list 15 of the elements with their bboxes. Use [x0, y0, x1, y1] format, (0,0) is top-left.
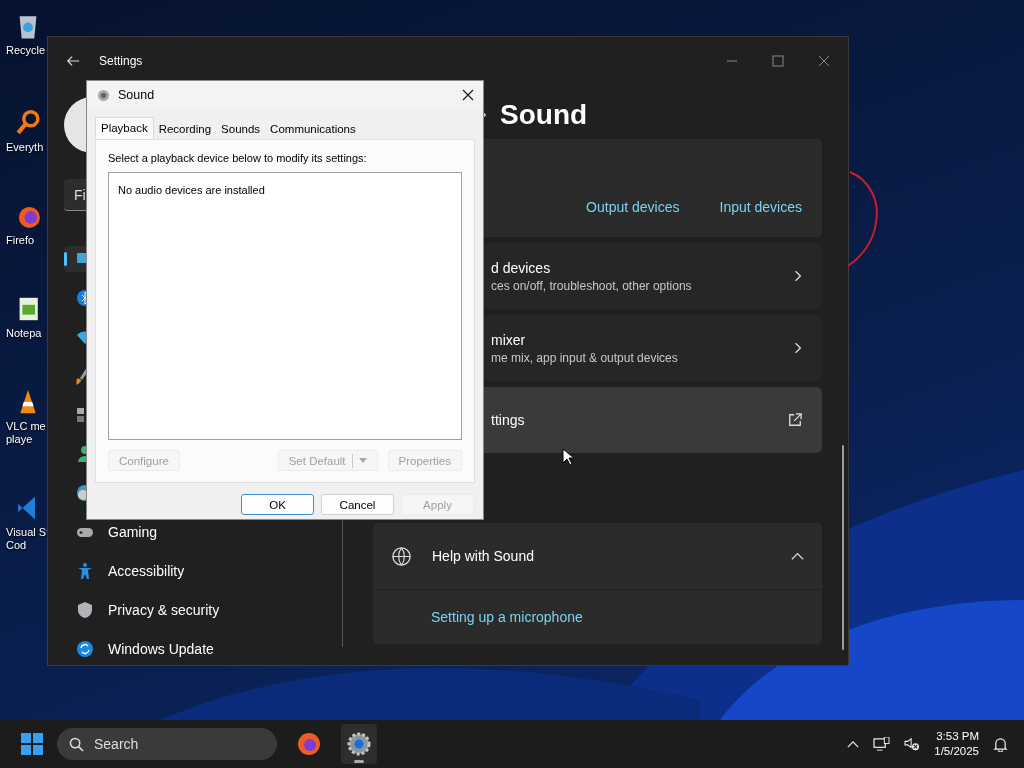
- row-subtitle: ces on/off, troubleshoot, other options: [491, 278, 693, 293]
- desktop-icon-label: Recycle: [6, 44, 46, 57]
- instruction-text: Select a playback device below to modify its settings:: [108, 152, 368, 164]
- empty-message: No audio devices are installed: [118, 184, 265, 196]
- window-title: Settings: [99, 54, 143, 68]
- row-title: ttings: [491, 412, 526, 428]
- dialog-title: Sound: [118, 88, 155, 102]
- row-subtitle: me mix, app input & output devices: [491, 350, 679, 365]
- page-title: Sound: [500, 99, 588, 131]
- desktop-icon-label: Everyth: [6, 141, 44, 154]
- row-title: d devices: [491, 259, 552, 276]
- row-title: mixer: [491, 331, 527, 348]
- desktop-icon-label: Notepa: [6, 327, 42, 340]
- desktop-icon-label: Firefo: [6, 234, 35, 247]
- desktop-icon-label: VLC me playe: [6, 420, 46, 446]
